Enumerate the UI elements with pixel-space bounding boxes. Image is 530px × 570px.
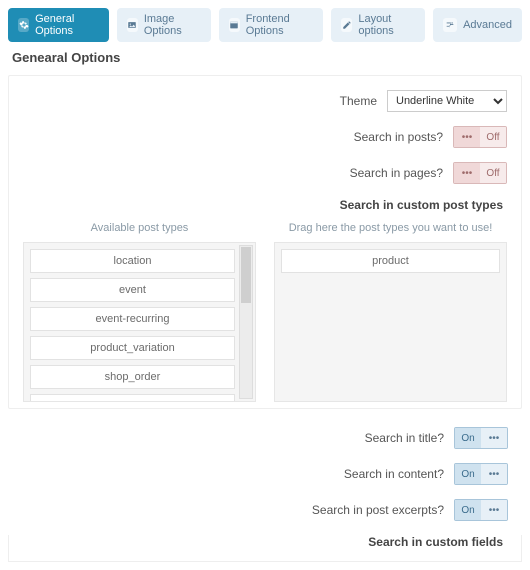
search-posts-toggle[interactable]: ••• Off (453, 126, 507, 148)
search-pages-row: Search in pages? ••• Off (23, 162, 507, 184)
available-col-title: Available post types (23, 222, 256, 234)
list-item[interactable]: location (30, 249, 235, 273)
tab-label: General Options (35, 13, 99, 37)
search-excerpts-row: Search in post excerpts? On ••• (8, 499, 522, 521)
tab-advanced[interactable]: Advanced (433, 8, 522, 42)
window-icon (229, 18, 240, 32)
scrollbar-thumb[interactable] (241, 247, 251, 303)
tab-label: Image Options (144, 13, 201, 37)
toggle-handle-icon: ••• (481, 500, 507, 520)
sliders-icon (443, 18, 457, 32)
section-title: Genearal Options (12, 50, 522, 65)
search-title-label: Search in title? (365, 431, 444, 445)
theme-label: Theme (340, 94, 377, 108)
toggle-state: Off (480, 127, 506, 147)
toggle-handle-icon: ••• (454, 163, 480, 183)
tab-frontend-options[interactable]: Frontend Options (219, 8, 324, 42)
search-title-toggle[interactable]: On ••• (454, 427, 508, 449)
list-item[interactable]: shop_order (30, 365, 235, 389)
scrollbar[interactable] (239, 245, 253, 399)
search-posts-row: Search in posts? ••• Off (23, 126, 507, 148)
toggle-state: Off (480, 163, 506, 183)
search-pages-label: Search in pages? (350, 166, 443, 180)
tabs: General Options Image Options Frontend O… (8, 8, 522, 42)
used-col-title: Drag here the post types you want to use… (274, 222, 507, 234)
image-icon (127, 18, 138, 32)
tab-label: Layout options (358, 13, 415, 37)
list-item[interactable]: event (30, 278, 235, 302)
search-excerpts-toggle[interactable]: On ••• (454, 499, 508, 521)
cpt-heading: Search in custom post types (23, 198, 503, 212)
theme-select[interactable]: Underline White (387, 90, 507, 112)
toggle-state: On (455, 428, 481, 448)
list-item[interactable]: shop_coupon (30, 394, 235, 402)
search-posts-label: Search in posts? (354, 130, 443, 144)
search-title-row: Search in title? On ••• (8, 427, 522, 449)
list-item[interactable]: product_variation (30, 336, 235, 360)
pencil-icon (341, 18, 352, 32)
custom-fields-heading: Search in custom fields (23, 535, 503, 549)
toggle-handle-icon: ••• (481, 464, 507, 484)
used-col: Drag here the post types you want to use… (274, 222, 507, 402)
toggle-state: On (455, 500, 481, 520)
search-content-label: Search in content? (344, 467, 444, 481)
toggle-handle-icon: ••• (454, 127, 480, 147)
search-pages-toggle[interactable]: ••• Off (453, 162, 507, 184)
theme-row: Theme Underline White (23, 90, 507, 112)
available-col: Available post types location event even… (23, 222, 256, 402)
general-panel: Theme Underline White Search in posts? •… (8, 75, 522, 409)
toggle-handle-icon: ••• (481, 428, 507, 448)
search-content-toggle[interactable]: On ••• (454, 463, 508, 485)
search-content-row: Search in content? On ••• (8, 463, 522, 485)
search-excerpts-label: Search in post excerpts? (312, 503, 444, 517)
tab-label: Advanced (463, 19, 512, 31)
tab-image-options[interactable]: Image Options (117, 8, 211, 42)
list-item[interactable]: event-recurring (30, 307, 235, 331)
toggle-state: On (455, 464, 481, 484)
list-item[interactable]: product (281, 249, 500, 273)
cpt-lists: Available post types location event even… (23, 222, 507, 402)
gear-icon (18, 18, 29, 32)
custom-fields-panel: Search in custom fields (8, 535, 522, 562)
tab-label: Frontend Options (246, 13, 314, 37)
used-list[interactable]: product (274, 242, 507, 402)
available-list[interactable]: location event event-recurring product_v… (23, 242, 256, 402)
tab-general-options[interactable]: General Options (8, 8, 109, 42)
tab-layout-options[interactable]: Layout options (331, 8, 425, 42)
